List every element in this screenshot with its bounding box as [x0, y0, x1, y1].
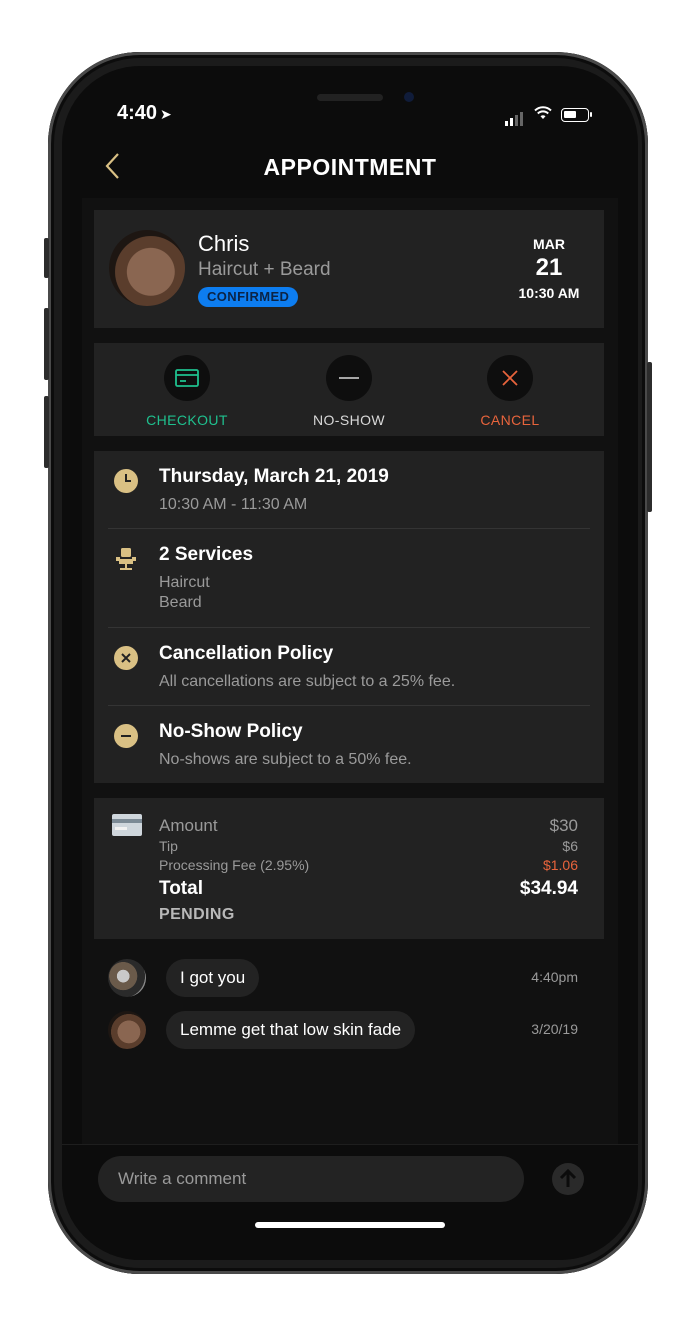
send-arrow-icon[interactable] [552, 1163, 584, 1195]
amount-value: $30 [549, 816, 578, 835]
x-circle-icon [114, 646, 138, 670]
checkout-label: CHECKOUT [146, 412, 228, 428]
date-row: Thursday, March 21, 2019 10:30 AM - 11:3… [94, 451, 604, 529]
client-avatar [109, 230, 185, 306]
cancellation-title: Cancellation Policy [159, 643, 334, 664]
minus-circle-icon [114, 724, 138, 748]
payment-status: PENDING [159, 906, 235, 923]
message-item: I got you 4:40pm [82, 957, 618, 999]
home-indicator[interactable] [255, 1222, 445, 1228]
message-time: 4:40pm [531, 969, 578, 985]
tip-label: Tip [159, 838, 178, 854]
no-show-title: No-Show Policy [159, 721, 303, 742]
details-card: Thursday, March 21, 2019 10:30 AM - 11:3… [94, 451, 604, 783]
cancel-button[interactable]: CANCEL [445, 355, 575, 428]
wifi-icon [534, 106, 552, 119]
battery-icon [561, 108, 592, 122]
app-screen: 4:40 ➤ APPOINTMENT Chris Haircut + Beard … [62, 66, 638, 1260]
cancellation-text: All cancellations are subject to a 25% f… [159, 673, 456, 690]
page-title: APPOINTMENT [263, 154, 437, 180]
volume-down-button [44, 396, 49, 468]
no-show-policy-row: No-Show Policy No-shows are subject to a… [94, 706, 604, 783]
service-item: Haircut [159, 574, 210, 591]
cancellation-policy-row: Cancellation Policy All cancellations ar… [94, 628, 604, 706]
message-bubble: I got you [166, 959, 260, 997]
date-block: MAR 21 10:30 AM [514, 236, 584, 301]
services-title: 2 Services [159, 544, 254, 565]
actions-card: CHECKOUT NO-SHOW CANCEL [94, 343, 604, 436]
client-card[interactable]: Chris Haircut + Beard CONFIRMED MAR 21 1… [94, 210, 604, 328]
amount-label: Amount [159, 816, 218, 835]
no-show-button[interactable]: NO-SHOW [284, 355, 414, 428]
location-arrow-icon: ➤ [160, 106, 172, 122]
status-time: 4:40 ➤ [117, 102, 172, 125]
date-month: MAR [533, 236, 565, 252]
power-button [647, 362, 652, 512]
cancel-label: CANCEL [480, 412, 540, 428]
sender-avatar [108, 959, 146, 997]
fee-value: $1.06 [542, 857, 578, 873]
total-label: Total [159, 878, 203, 899]
card-icon [164, 355, 210, 401]
message-time: 3/20/19 [531, 1021, 578, 1037]
date-time: 10:30 AM [518, 285, 580, 301]
checkout-button[interactable]: CHECKOUT [122, 355, 252, 428]
mute-switch [44, 238, 49, 278]
service-item: Beard [159, 594, 202, 611]
tip-value: $6 [562, 838, 578, 854]
volume-up-button [44, 308, 49, 380]
barber-chair-icon [114, 547, 138, 571]
clock-icon [114, 469, 138, 493]
comment-composer [62, 1144, 638, 1260]
nav-header: APPOINTMENT [62, 136, 638, 196]
message-bubble: Lemme get that low skin fade [166, 1011, 416, 1049]
client-name: Chris [198, 231, 250, 256]
date-range: 10:30 AM - 11:30 AM [159, 496, 308, 513]
services-list: Haircut Beard [159, 573, 210, 613]
date-day: 21 [535, 254, 563, 281]
total-value: $34.94 [519, 878, 578, 899]
no-show-label: NO-SHOW [312, 412, 385, 428]
message-item: Lemme get that low skin fade 3/20/19 [82, 1009, 618, 1051]
sender-avatar [108, 1011, 146, 1049]
no-show-text: No-shows are subject to a 50% fee. [159, 751, 412, 768]
services-row: 2 Services Haircut Beard [94, 529, 604, 628]
client-service: Haircut + Beard [198, 259, 331, 280]
signal-icon [505, 108, 525, 126]
status-bar: 4:40 ➤ [62, 66, 638, 136]
status-badge: CONFIRMED [198, 287, 299, 307]
comment-input[interactable] [98, 1156, 524, 1202]
minus-icon [326, 355, 372, 401]
close-icon [487, 355, 533, 401]
status-time-text: 4:40 [117, 102, 158, 124]
date-title: Thursday, March 21, 2019 [159, 466, 389, 487]
payment-card: Amount $30 Tip $6 Processing Fee (2.95%)… [94, 798, 604, 939]
appointment-content: Chris Haircut + Beard CONFIRMED MAR 21 1… [82, 198, 618, 1202]
credit-card-icon [112, 814, 142, 841]
fee-label: Processing Fee (2.95%) [159, 857, 310, 873]
